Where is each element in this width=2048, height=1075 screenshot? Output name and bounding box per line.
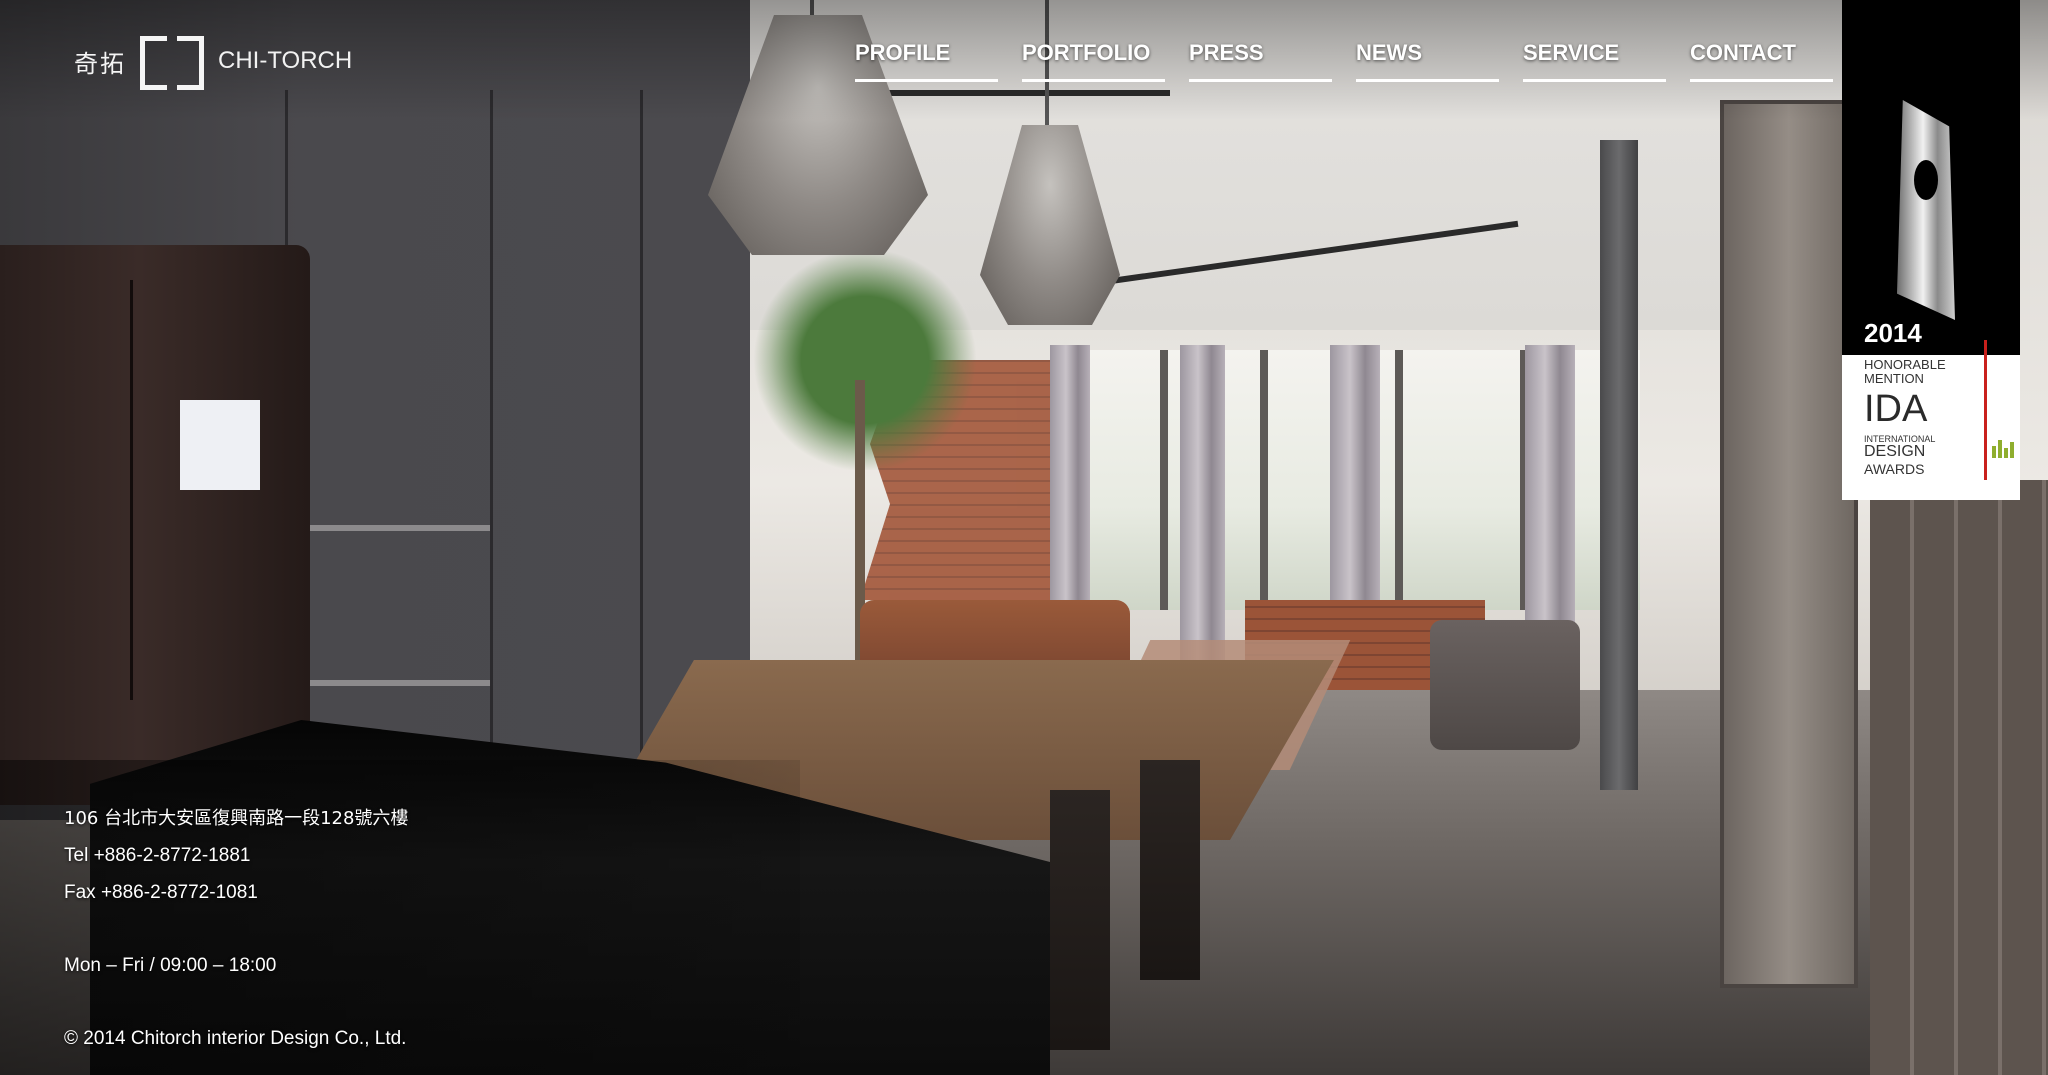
nav-portfolio[interactable]: PORTFOLIO <box>1022 40 1165 82</box>
main-nav: PROFILE PORTFOLIO PRESS NEWS SERVICE CON… <box>855 40 1857 82</box>
window-frame <box>1395 350 1403 610</box>
cabinet-seam <box>490 90 493 790</box>
window-frame <box>1260 350 1268 610</box>
site-logo[interactable]: 奇拓 CHI-TORCH <box>74 34 353 90</box>
nav-contact[interactable]: CONTACT <box>1690 40 1833 82</box>
award-design: DESIGN <box>1864 443 1926 460</box>
contact-info: 106 台北市大安區復興南路一段128號六樓 Tel +886-2-8772-1… <box>64 800 408 1057</box>
logo-chinese-text: 奇拓 <box>74 49 126 78</box>
sliding-door <box>1720 100 1858 988</box>
chair <box>1140 760 1200 980</box>
trophy-hole <box>1914 160 1938 200</box>
address: 106 台北市大安區復興南路一段128號六樓 <box>64 808 409 829</box>
office-hours: Mon – Fri / 09:00 – 18:00 <box>64 955 277 976</box>
award-awards: AWARDS <box>1864 461 1925 477</box>
refrigerator <box>0 245 310 805</box>
nav-service[interactable]: SERVICE <box>1523 40 1666 82</box>
trophy-icon <box>1897 100 1955 320</box>
cabinet-handle <box>310 525 490 531</box>
award-red-line <box>1984 340 1987 480</box>
logo-english-text: CHI-TORCH <box>218 47 353 74</box>
armchair <box>1430 620 1580 750</box>
page: 奇拓 CHI-TORCH PROFILE PORTFOLIO PRESS NEW… <box>0 0 2048 1075</box>
nav-press[interactable]: PRESS <box>1189 40 1332 82</box>
cabinet-seam <box>640 90 643 790</box>
bar-chart-icon <box>1992 440 2014 458</box>
tree <box>750 250 980 470</box>
window-frame <box>1160 350 1168 610</box>
refrigerator-seam <box>130 280 133 700</box>
nav-news[interactable]: NEWS <box>1356 40 1499 82</box>
fridge-note <box>180 400 260 490</box>
award-mention: MENTION <box>1864 371 1924 386</box>
wood-panel <box>1870 480 2048 1075</box>
ida-award-badge[interactable]: 2014 HONORABLE MENTION IDA INTERNATIONAL… <box>1842 0 2020 500</box>
steel-column <box>1600 140 1638 790</box>
logo-bracket-icon <box>140 36 204 90</box>
award-year: 2014 <box>1864 318 1922 348</box>
chair <box>1050 790 1110 1050</box>
copyright: © 2014 Chitorch interior Design Co., Ltd… <box>64 1028 407 1049</box>
cabinet-handle <box>310 680 490 686</box>
fax: Fax +886-2-8772-1081 <box>64 882 258 903</box>
award-brand: IDA <box>1864 388 1928 430</box>
telephone: Tel +886-2-8772-1881 <box>64 845 251 866</box>
award-honorable: HONORABLE <box>1864 357 1946 372</box>
nav-profile[interactable]: PROFILE <box>855 40 998 82</box>
